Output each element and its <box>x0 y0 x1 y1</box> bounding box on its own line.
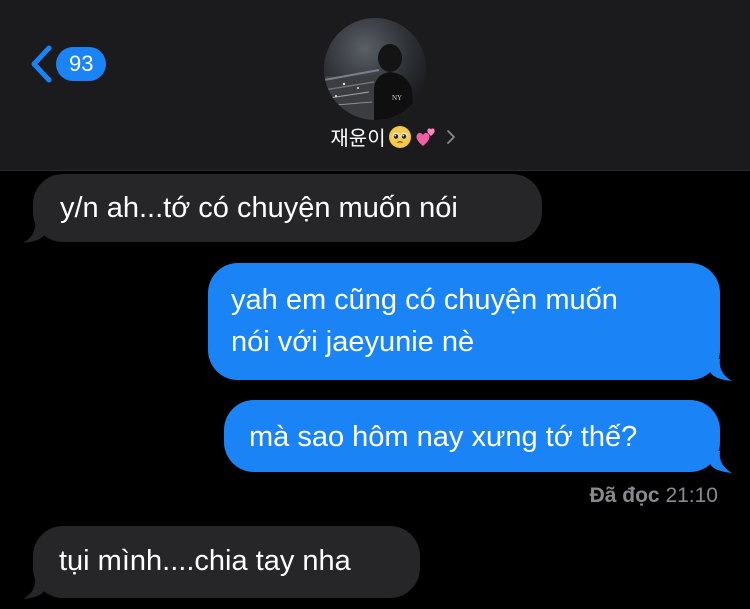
read-receipt-time: 21:10 <box>665 484 718 507</box>
read-receipt-label: Đã đọc <box>589 484 660 507</box>
avatar[interactable]: NY <box>324 18 426 120</box>
message-bubble-received[interactable]: tụi mình....chia tay nha <box>33 526 420 598</box>
back-button[interactable]: 93 <box>28 44 107 84</box>
bubble-tail <box>23 221 45 243</box>
message-bubble-sent[interactable]: mà sao hôm nay xưng tớ thế? <box>224 400 720 472</box>
chevron-left-icon[interactable] <box>28 44 54 84</box>
bubble-tail <box>710 451 732 473</box>
message-text-line-2: nói với jaeyunie nè <box>231 326 475 358</box>
conversation-header: 93 NY 재윤이 <box>0 0 750 171</box>
message-text: mà sao hôm nay xưng tớ thế? <box>249 421 638 453</box>
contact-name-row[interactable]: 재윤이 <box>0 122 750 151</box>
two-hearts-icon <box>416 127 435 146</box>
avatar-photo: NY <box>324 18 426 120</box>
pleading-face-icon <box>388 125 411 148</box>
bubble-tail <box>710 359 732 381</box>
messages-screen: 93 NY 재윤이 y/n ah...tớ có chuyện muốn nói… <box>0 0 750 609</box>
chevron-right-icon <box>446 129 455 144</box>
message-text-line-1: yah em cũng có chuyện muốn <box>231 284 618 316</box>
message-text: tụi mình....chia tay nha <box>59 545 351 577</box>
bubble-tail <box>23 577 45 599</box>
message-text: y/n ah...tớ có chuyện muốn nói <box>60 192 458 224</box>
message-bubble-received[interactable]: y/n ah...tớ có chuyện muốn nói <box>33 174 542 242</box>
read-receipt: Đã đọc 21:10 <box>590 484 718 508</box>
message-bubble-sent[interactable]: yah em cũng có chuyện muốn nói với jaeyu… <box>208 263 720 380</box>
contact-name: 재윤이 <box>330 126 386 150</box>
unread-count-badge[interactable]: 93 <box>56 47 107 81</box>
svg-text:NY: NY <box>392 94 402 102</box>
